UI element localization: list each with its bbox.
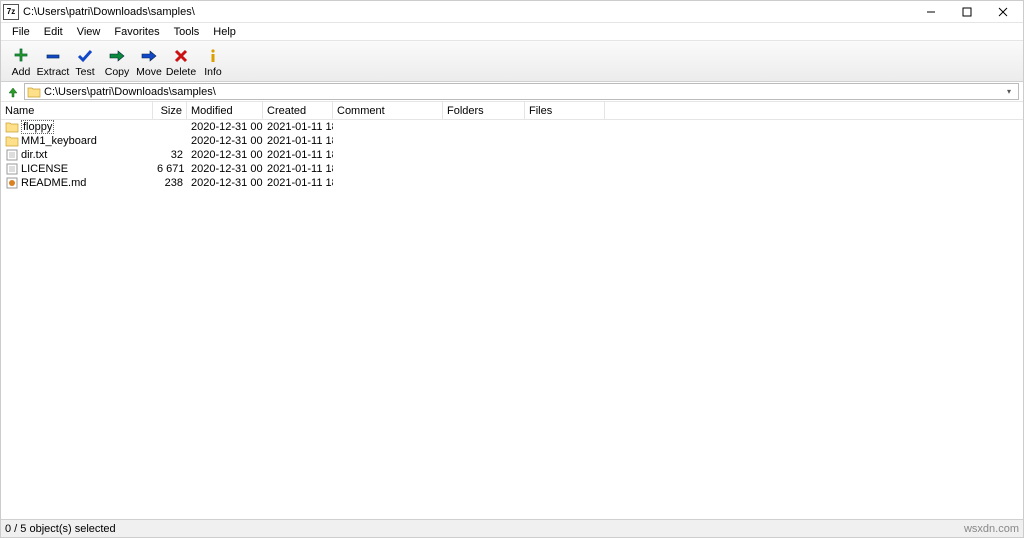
column-created[interactable]: Created bbox=[263, 102, 333, 119]
file-list[interactable]: floppy 2020-12-31 00:09 2021-01-11 18:17… bbox=[1, 120, 1023, 519]
folder-icon bbox=[5, 135, 19, 147]
copy-label: Copy bbox=[105, 66, 130, 78]
titlebar: 7z C:\Users\patri\Downloads\samples\ bbox=[1, 1, 1023, 23]
file-row[interactable]: floppy 2020-12-31 00:09 2021-01-11 18:17 bbox=[1, 120, 1023, 134]
copy-button[interactable]: Copy bbox=[101, 44, 133, 78]
address-dropdown-icon[interactable]: ▾ bbox=[1002, 87, 1016, 96]
info-button[interactable]: Info bbox=[197, 44, 229, 78]
column-modified[interactable]: Modified bbox=[187, 102, 263, 119]
file-row[interactable]: LICENSE 6 671 2020-12-31 00:25 2021-01-1… bbox=[1, 162, 1023, 176]
column-size[interactable]: Size bbox=[153, 102, 187, 119]
close-button[interactable] bbox=[985, 2, 1021, 22]
add-label: Add bbox=[12, 66, 31, 78]
menu-edit[interactable]: Edit bbox=[37, 25, 70, 39]
folder-icon bbox=[27, 86, 41, 98]
maximize-button[interactable] bbox=[949, 2, 985, 22]
file-row[interactable]: dir.txt 32 2020-12-31 00:25 2021-01-11 1… bbox=[1, 148, 1023, 162]
up-button[interactable] bbox=[5, 84, 21, 100]
column-name[interactable]: Name bbox=[1, 102, 153, 119]
column-folders[interactable]: Folders bbox=[443, 102, 525, 119]
extract-label: Extract bbox=[37, 66, 70, 78]
file-name: floppy bbox=[21, 120, 54, 134]
file-created: 2021-01-11 18:18 bbox=[263, 163, 333, 175]
delete-button[interactable]: Delete bbox=[165, 44, 197, 78]
minimize-button[interactable] bbox=[913, 2, 949, 22]
test-label: Test bbox=[75, 66, 94, 78]
column-files[interactable]: Files bbox=[525, 102, 605, 119]
text-icon bbox=[5, 149, 19, 161]
status-text: 0 / 5 object(s) selected bbox=[5, 523, 116, 535]
window-controls bbox=[913, 2, 1021, 22]
test-icon bbox=[75, 46, 95, 66]
file-created: 2021-01-11 18:18 bbox=[263, 177, 333, 189]
menubar: FileEditViewFavoritesToolsHelp bbox=[1, 23, 1023, 41]
file-modified: 2020-12-31 00:09 bbox=[187, 135, 263, 147]
file-size: 238 bbox=[153, 177, 187, 189]
extract-button[interactable]: Extract bbox=[37, 44, 69, 78]
copy-icon bbox=[107, 46, 127, 66]
file-name: LICENSE bbox=[21, 163, 68, 175]
file-modified: 2020-12-31 00:09 bbox=[187, 121, 263, 133]
folder-icon bbox=[5, 121, 19, 133]
delete-icon bbox=[171, 46, 191, 66]
menu-favorites[interactable]: Favorites bbox=[107, 25, 166, 39]
file-size: 6 671 bbox=[153, 163, 187, 175]
column-comment[interactable]: Comment bbox=[333, 102, 443, 119]
add-icon bbox=[11, 46, 31, 66]
file-name: dir.txt bbox=[21, 149, 47, 161]
file-created: 2021-01-11 18:18 bbox=[263, 149, 333, 161]
file-size: 32 bbox=[153, 149, 187, 161]
file-name: README.md bbox=[21, 177, 86, 189]
file-modified: 2020-12-31 00:25 bbox=[187, 177, 263, 189]
file-modified: 2020-12-31 00:25 bbox=[187, 163, 263, 175]
info-label: Info bbox=[204, 66, 222, 78]
file-name: MM1_keyboard bbox=[21, 135, 97, 147]
text-icon bbox=[5, 163, 19, 175]
toolbar: Add Extract Test Copy Move Delete Info bbox=[1, 41, 1023, 82]
move-label: Move bbox=[136, 66, 162, 78]
window-title: C:\Users\patri\Downloads\samples\ bbox=[23, 6, 913, 18]
address-input-container: ▾ bbox=[24, 83, 1019, 100]
add-button[interactable]: Add bbox=[5, 44, 37, 78]
app-icon: 7z bbox=[3, 4, 19, 20]
move-button[interactable]: Move bbox=[133, 44, 165, 78]
file-row[interactable]: MM1_keyboard 2020-12-31 00:09 2021-01-11… bbox=[1, 134, 1023, 148]
address-input[interactable] bbox=[44, 86, 1002, 98]
md-icon bbox=[5, 177, 19, 189]
address-bar: ▾ bbox=[1, 82, 1023, 102]
watermark: wsxdn.com bbox=[964, 523, 1019, 535]
file-created: 2021-01-11 18:17 bbox=[263, 121, 333, 133]
delete-label: Delete bbox=[166, 66, 196, 78]
file-created: 2021-01-11 18:17 bbox=[263, 135, 333, 147]
menu-help[interactable]: Help bbox=[206, 25, 243, 39]
move-icon bbox=[139, 46, 159, 66]
file-modified: 2020-12-31 00:25 bbox=[187, 149, 263, 161]
menu-tools[interactable]: Tools bbox=[167, 25, 207, 39]
statusbar: 0 / 5 object(s) selected wsxdn.com bbox=[1, 519, 1023, 537]
extract-icon bbox=[43, 46, 63, 66]
test-button[interactable]: Test bbox=[69, 44, 101, 78]
column-headers: Name Size Modified Created Comment Folde… bbox=[1, 102, 1023, 120]
info-icon bbox=[203, 46, 223, 66]
menu-file[interactable]: File bbox=[5, 25, 37, 39]
file-row[interactable]: README.md 238 2020-12-31 00:25 2021-01-1… bbox=[1, 176, 1023, 190]
menu-view[interactable]: View bbox=[70, 25, 108, 39]
